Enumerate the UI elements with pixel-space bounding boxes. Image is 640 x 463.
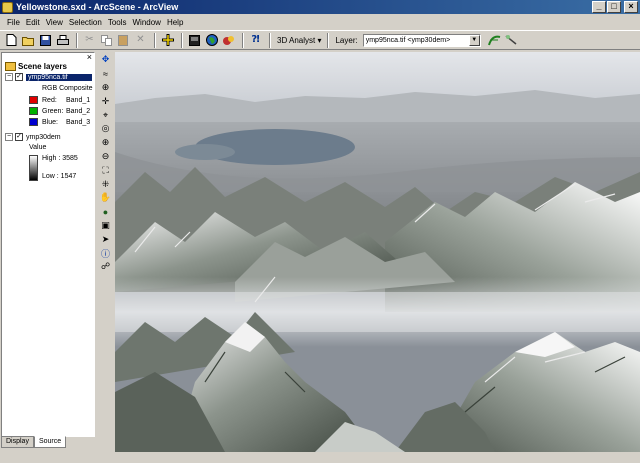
toolbar-separator bbox=[154, 32, 156, 48]
layer-dropdown[interactable]: ymp95nca.tif <ymp30dem> ▼ bbox=[362, 33, 481, 47]
low-value-label: Low : 1547 bbox=[42, 173, 77, 180]
zoom-in-out-icon[interactable]: ◎ bbox=[98, 122, 113, 136]
tab-display[interactable]: Display bbox=[1, 436, 34, 448]
create-contour-icon[interactable] bbox=[487, 33, 502, 48]
fly-icon[interactable]: ≈ bbox=[98, 67, 113, 81]
table-of-contents: × Scene layers − ✓ ymp95nca.tif RGB Comp… bbox=[1, 52, 95, 437]
layer-ymp95nca[interactable]: − ✓ ymp95nca.tif bbox=[5, 73, 92, 81]
menu-window[interactable]: Window bbox=[130, 18, 164, 27]
new-icon[interactable] bbox=[4, 33, 19, 48]
channel-label: Blue: bbox=[42, 118, 58, 126]
close-button[interactable]: × bbox=[624, 1, 638, 13]
green-swatch bbox=[29, 107, 38, 115]
zoom-to-target-icon[interactable]: ⊕ bbox=[98, 81, 113, 95]
delete-icon[interactable]: ✕ bbox=[133, 33, 148, 48]
high-value-label: High : 3585 bbox=[42, 155, 78, 162]
select-elements-icon[interactable]: ▣ bbox=[98, 219, 113, 233]
print-icon[interactable] bbox=[55, 33, 70, 48]
band-blue-row: Blue: Band_3 bbox=[29, 118, 90, 126]
terrain-rendering bbox=[115, 52, 640, 452]
collapse-icon[interactable]: − bbox=[5, 133, 13, 141]
window-title: Yellowstone.sxd - ArcScene - ArcView bbox=[16, 2, 179, 12]
toolbar-separator bbox=[269, 32, 271, 48]
title-bar: Yellowstone.sxd - ArcScene - ArcView _ □… bbox=[0, 0, 640, 14]
layer-visibility-checkbox[interactable]: ✓ bbox=[15, 133, 23, 141]
toc-close-icon[interactable]: × bbox=[87, 52, 92, 62]
channel-label: Red: bbox=[42, 96, 57, 104]
tools-toolbar: ✥ ≈ ⊕ ✛ ⌖ ◎ ⊕ ⊖ ⛶ ⁜ ✋ ● ▣ ➤ ⓘ ☍ bbox=[96, 52, 115, 447]
center-on-target-icon[interactable]: ✛ bbox=[98, 94, 113, 108]
save-icon[interactable] bbox=[38, 33, 53, 48]
collapse-icon[interactable]: − bbox=[5, 73, 13, 81]
open-icon[interactable] bbox=[21, 33, 36, 48]
copy-icon[interactable] bbox=[99, 33, 114, 48]
scene-layers-label: Scene layers bbox=[18, 62, 67, 71]
menu-file[interactable]: File bbox=[4, 18, 23, 27]
toolbar-separator bbox=[76, 32, 78, 48]
red-swatch bbox=[29, 96, 38, 104]
band-label: Band_1 bbox=[66, 96, 91, 104]
add-data-icon[interactable] bbox=[160, 33, 175, 48]
zoom-in-icon[interactable]: ⊕ bbox=[98, 136, 113, 150]
menu-edit[interactable]: Edit bbox=[23, 18, 43, 27]
window-controls: _ □ × bbox=[592, 1, 638, 13]
menu-view[interactable]: View bbox=[43, 18, 66, 27]
menu-tools[interactable]: Tools bbox=[105, 18, 130, 27]
menu-bar: File Edit View Selection Tools Window He… bbox=[0, 14, 640, 30]
scene-layers-root[interactable]: Scene layers bbox=[5, 62, 67, 71]
blue-swatch bbox=[29, 118, 38, 126]
band-label: Band_2 bbox=[66, 107, 91, 115]
help-icon[interactable]: ⁈ bbox=[248, 33, 263, 48]
minimize-button[interactable]: _ bbox=[592, 1, 606, 13]
find-icon[interactable]: ☍ bbox=[98, 260, 113, 274]
set-observer-icon[interactable]: ⌖ bbox=[98, 108, 113, 122]
layer-label: Layer: bbox=[335, 35, 358, 45]
band-red-row: Red: Band_1 bbox=[29, 96, 90, 104]
steepest-path-icon[interactable] bbox=[504, 33, 519, 48]
layer-dropdown-value: ymp95nca.tif <ymp30dem> bbox=[365, 36, 451, 44]
channel-label: Green: bbox=[42, 107, 64, 115]
layer-name[interactable]: ymp30dem bbox=[26, 134, 61, 141]
arcscene-app-icon bbox=[2, 1, 13, 13]
elevation-color-ramp bbox=[29, 155, 38, 181]
tab-source[interactable]: Source bbox=[33, 436, 67, 448]
paste-icon[interactable] bbox=[116, 33, 131, 48]
toolbar-separator bbox=[181, 32, 183, 48]
layer-name[interactable]: ymp95nca.tif bbox=[26, 73, 92, 81]
fixed-zoom-icon[interactable]: ⁜ bbox=[98, 177, 113, 191]
layer-ymp30dem[interactable]: − ✓ ymp30dem bbox=[5, 133, 61, 141]
3d-analyst-menu[interactable]: 3D Analyst ▾ bbox=[275, 36, 323, 45]
layer-visibility-checkbox[interactable]: ✓ bbox=[15, 73, 23, 81]
menu-selection[interactable]: Selection bbox=[66, 18, 105, 27]
identify-icon[interactable]: ⓘ bbox=[98, 246, 113, 260]
band-label: Band_3 bbox=[66, 118, 91, 126]
globe-icon[interactable] bbox=[204, 33, 219, 48]
toolbar-separator bbox=[242, 32, 244, 48]
value-label: Value bbox=[29, 144, 47, 151]
pan-icon[interactable]: ✋ bbox=[98, 191, 113, 205]
maximize-button[interactable]: □ bbox=[607, 1, 621, 13]
chevron-down-icon[interactable]: ▼ bbox=[468, 34, 480, 46]
animation-icon[interactable] bbox=[221, 33, 236, 48]
cut-icon[interactable]: ✂ bbox=[82, 33, 97, 48]
navigate-icon[interactable]: ✥ bbox=[98, 53, 113, 67]
globe-tool-icon[interactable]: ● bbox=[98, 205, 113, 219]
full-extent-icon[interactable]: ⛶ bbox=[98, 163, 113, 177]
toc-tabs: Display Source bbox=[1, 436, 67, 448]
standard-toolbar: ✂ ✕ ⁈ 3D Analyst ▾ Layer: ymp95nca.tif <… bbox=[0, 30, 640, 50]
layers-stack-icon bbox=[5, 62, 16, 71]
menu-help[interactable]: Help bbox=[164, 18, 186, 27]
select-features-icon[interactable]: ➤ bbox=[98, 232, 113, 246]
band-green-row: Green: Band_2 bbox=[29, 107, 90, 115]
scene-view-3d[interactable] bbox=[115, 52, 640, 452]
scene-properties-icon[interactable] bbox=[187, 33, 202, 48]
toolbar-separator bbox=[327, 32, 330, 48]
renderer-label: RGB Composite bbox=[42, 85, 93, 92]
zoom-out-icon[interactable]: ⊖ bbox=[98, 150, 113, 164]
